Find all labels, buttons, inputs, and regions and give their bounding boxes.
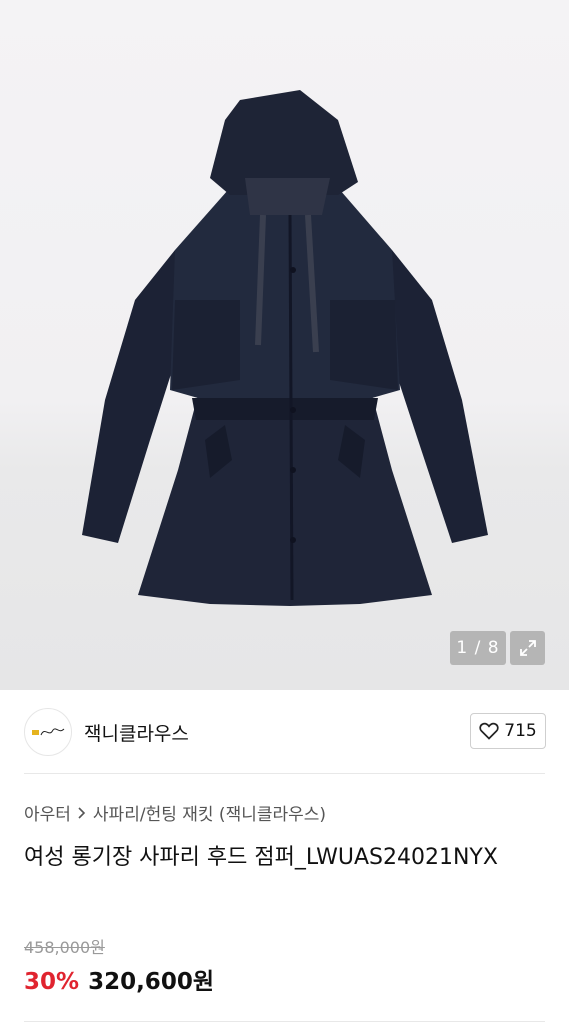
breadcrumb-item-safari[interactable]: 사파리/헌팅 재킷 (잭니클라우스)	[93, 800, 326, 825]
sale-price: 320,600원	[88, 969, 214, 995]
original-price: 458,000원	[24, 938, 105, 957]
heart-icon	[479, 722, 499, 740]
like-button[interactable]: 715	[470, 713, 546, 749]
brand-row: 잭니클라우스 715	[0, 690, 569, 774]
like-count: 715	[504, 721, 537, 741]
product-image[interactable]	[0, 0, 569, 690]
chevron-right-icon	[78, 806, 86, 819]
brand-logo-icon	[32, 728, 65, 736]
divider	[24, 773, 545, 774]
brand-logo[interactable]	[24, 708, 72, 756]
brand-name[interactable]: 잭니클라우스	[84, 719, 189, 746]
breadcrumb-item-outer[interactable]: 아우터	[24, 800, 71, 825]
image-counter: 1 / 8	[450, 631, 506, 665]
product-title: 여성 롱기장 사파리 후드 점퍼_LWUAS24021NYX	[24, 845, 498, 870]
expand-button[interactable]	[510, 631, 545, 665]
price-row: 30% 320,600원	[24, 962, 214, 996]
divider-bottom	[24, 1021, 545, 1022]
breadcrumb: 아우터 사파리/헌팅 재킷 (잭니클라우스)	[24, 800, 326, 825]
discount-rate: 30%	[24, 969, 80, 995]
expand-icon	[519, 640, 536, 656]
product-image-gallery[interactable]: 1 / 8	[0, 0, 569, 690]
